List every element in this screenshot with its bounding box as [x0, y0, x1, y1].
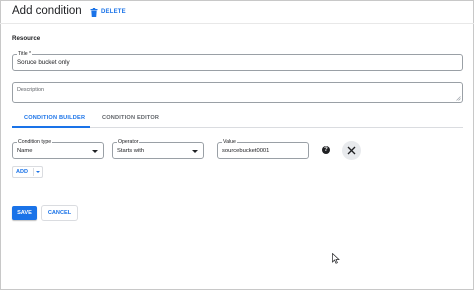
remove-condition-button[interactable]: [342, 141, 361, 160]
operator-value: Starts with: [117, 148, 145, 154]
active-tab-indicator: [12, 126, 90, 128]
close-icon: [347, 146, 356, 155]
save-button[interactable]: SAVE: [12, 206, 37, 220]
add-button[interactable]: ADD: [12, 166, 43, 178]
dialog-title: Add condition: [12, 5, 82, 17]
description-placeholder: Description: [17, 87, 44, 93]
help-icon[interactable]: ?: [322, 146, 330, 154]
description-field[interactable]: Description: [12, 82, 463, 103]
cancel-button[interactable]: CANCEL: [42, 206, 77, 220]
condition-tabs: CONDITION BUILDER CONDITION EDITOR: [12, 111, 463, 128]
resource-section-label: Resource: [12, 35, 41, 42]
chevron-down-icon[interactable]: [36, 171, 40, 173]
value-input-value: sourcebucket0001: [222, 148, 270, 154]
dialog-header: Add condition DELETE: [0, 0, 474, 24]
title-field-label: Title *: [17, 51, 33, 57]
operator-label: Operator: [117, 139, 140, 145]
operator-select[interactable]: Operator Starts with: [112, 139, 204, 159]
resize-grip-icon[interactable]: [456, 96, 461, 101]
tab-condition-editor[interactable]: CONDITION EDITOR: [102, 115, 159, 121]
condition-type-select[interactable]: Condition type Name: [12, 139, 104, 159]
tab-condition-builder[interactable]: CONDITION BUILDER: [24, 115, 85, 121]
condition-type-value: Name: [17, 148, 33, 154]
delete-button-label: DELETE: [101, 9, 126, 15]
title-field[interactable]: Title * Soruce bucket only: [12, 51, 463, 71]
value-input[interactable]: Value sourcebucket0001: [217, 139, 309, 159]
title-field-value: Soruce bucket only: [17, 59, 70, 66]
delete-button[interactable]: DELETE: [90, 6, 126, 18]
chevron-down-icon: [92, 150, 98, 153]
add-button-divider: [33, 168, 34, 176]
trash-icon: [90, 7, 98, 17]
add-button-label: ADD: [16, 169, 28, 175]
mouse-pointer-icon: [332, 253, 340, 264]
value-label: Value: [222, 139, 237, 145]
condition-type-label: Condition type: [17, 139, 53, 145]
chevron-down-icon: [192, 150, 198, 153]
